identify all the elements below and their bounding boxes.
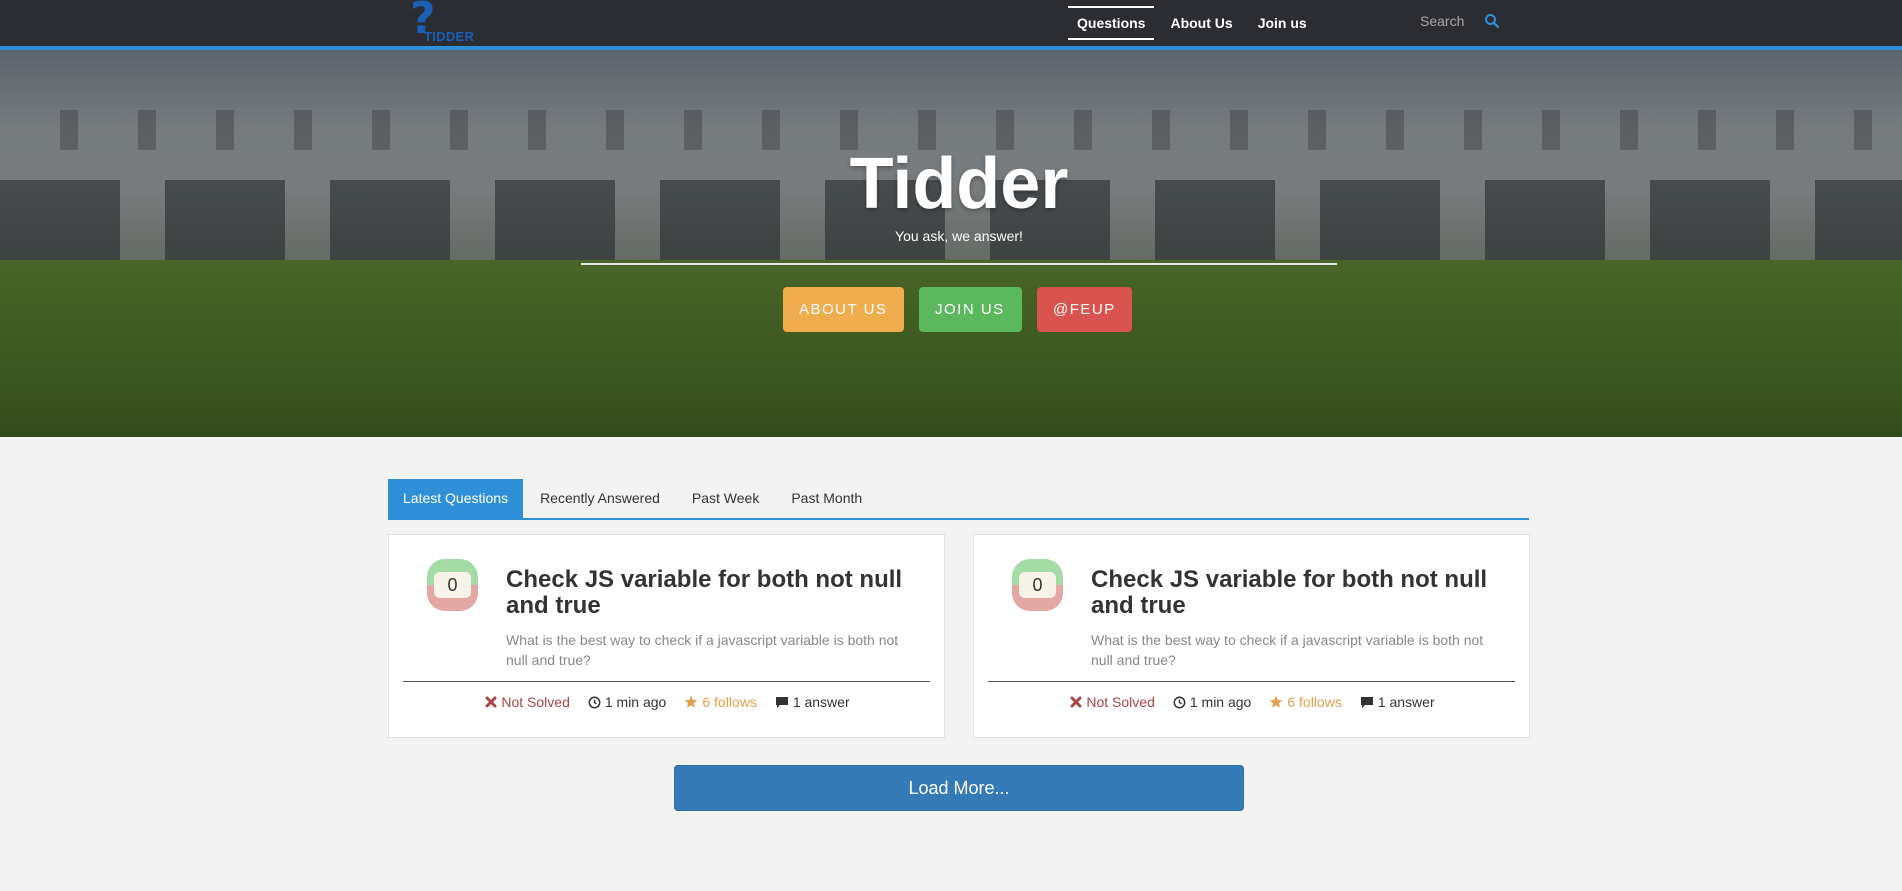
nav-link-join-us[interactable]: Join us [1249,6,1316,40]
close-icon [1070,696,1082,708]
tab-past-week[interactable]: Past Week [677,479,774,518]
nav-link-questions[interactable]: Questions [1068,6,1155,40]
status-text: Not Solved [1086,694,1155,710]
search-icon[interactable] [1484,13,1500,29]
close-icon [485,696,497,708]
search-input[interactable] [1420,13,1482,29]
question-meta: Not Solved 1 min ago 6 follows 1 answer [389,694,946,710]
tab-latest-questions[interactable]: Latest Questions [388,479,524,518]
hero-divider [581,263,1337,265]
comment-icon [1360,696,1373,708]
question-tabs: Latest Questions Recently Answered Past … [388,479,1529,520]
follows-text: 6 follows [1287,694,1342,710]
answers-text: 1 answer [792,694,850,710]
vote-widget: 0 [427,559,478,611]
follows-text: 6 follows [702,694,757,710]
vote-count: 0 [434,572,471,598]
answers-text: 1 answer [1377,694,1435,710]
question-title[interactable]: Check JS variable for both not null and … [506,567,926,619]
tidder-logo[interactable]: ? TIDDER [410,0,488,44]
nav-link-about-us[interactable]: About Us [1161,6,1241,40]
question-card: 0 Check JS variable for both not null an… [388,534,945,738]
comment-icon [775,696,788,708]
time-text: 1 min ago [604,694,667,710]
follows-count[interactable]: 6 follows [684,694,757,710]
timestamp: 1 min ago [1173,694,1251,710]
answers-count: 1 answer [775,694,850,710]
nav-links: Questions About Us Join us [1068,0,1323,46]
status-badge: Not Solved [1070,694,1155,710]
hero-buttons: ABOUT US JOIN US @FEUP [783,287,1147,332]
join-us-button[interactable]: JOIN US [919,287,1022,332]
feup-button[interactable]: @FEUP [1037,287,1132,332]
load-more-button[interactable]: Load More... [674,765,1244,811]
clock-icon [1173,696,1186,708]
answers-count: 1 answer [1360,694,1435,710]
card-divider [403,681,930,682]
question-card: 0 Check JS variable for both not null an… [973,534,1530,738]
about-us-button[interactable]: ABOUT US [783,287,904,332]
question-description: What is the best way to check if a javas… [1091,632,1484,668]
status-badge: Not Solved [485,694,570,710]
navbar: ? TIDDER Questions About Us Join us [0,0,1902,50]
question-title[interactable]: Check JS variable for both not null and … [1091,567,1511,619]
logo-text: TIDDER [424,29,475,44]
vote-count: 0 [1019,572,1056,598]
search-box [1420,13,1500,29]
status-text: Not Solved [501,694,570,710]
follows-count[interactable]: 6 follows [1269,694,1342,710]
star-icon [684,695,698,708]
time-text: 1 min ago [1189,694,1252,710]
tab-recently-answered[interactable]: Recently Answered [525,479,675,518]
timestamp: 1 min ago [588,694,666,710]
star-icon [1269,695,1283,708]
hero-subtitle: You ask, we answer! [895,228,1023,244]
card-divider [988,681,1515,682]
clock-icon [588,696,601,708]
hero-banner: Tidder You ask, we answer! ABOUT US JOIN… [0,50,1902,437]
hero-title: Tidder [849,144,1069,224]
vote-widget: 0 [1012,559,1063,611]
question-meta: Not Solved 1 min ago 6 follows 1 answer [974,694,1531,710]
tab-past-month[interactable]: Past Month [776,479,877,518]
question-description: What is the best way to check if a javas… [506,632,899,668]
